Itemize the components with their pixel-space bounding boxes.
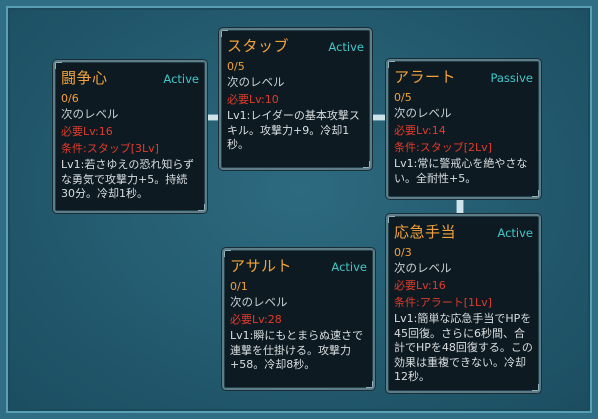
next-level-label: 次のレベル	[394, 106, 452, 120]
skill-level: 0/1	[230, 280, 248, 293]
skill-description: Lv1:若さゆえの恐れ知らずな勇気で攻撃力+5。持続30分。冷却1秒。	[61, 158, 195, 200]
required-level: 必要Lv:28	[230, 313, 282, 326]
skill-level: 0/5	[394, 91, 412, 104]
skill-type: Active	[497, 226, 533, 240]
skill-description: Lv1:レイダーの基本攻撃スキル。攻撃力+9。冷却1秒。	[227, 109, 360, 151]
skill-title: 応急手当	[394, 223, 457, 241]
skill-condition: 条件:スタッブ[2Lv]	[394, 141, 492, 154]
next-level-label: 次のレベル	[230, 295, 288, 309]
skill-title: スタッブ	[227, 37, 290, 55]
skill-type: Active	[331, 260, 367, 274]
required-level: 必要Lv:16	[61, 125, 113, 138]
next-level-label: 次のレベル	[394, 261, 452, 275]
required-level: 必要Lv:16	[394, 279, 446, 292]
skill-title: 闘争心	[61, 69, 108, 87]
skill-level: 0/5	[227, 60, 245, 73]
required-level: 必要Lv:14	[394, 124, 446, 137]
skill-level: 0/6	[61, 92, 79, 105]
required-level: 必要Lv:10	[227, 93, 279, 106]
skill-card-alert[interactable]: アラート Passive 0/5 次のレベル 必要Lv:14 条件:スタッブ[2…	[386, 59, 541, 199]
skill-title: アサルト	[230, 257, 293, 275]
skill-level: 0/3	[394, 246, 412, 259]
skill-card-stab[interactable]: スタッブ Active 0/5 次のレベル 必要Lv:10 Lv1:レイダーの基…	[219, 28, 372, 170]
skill-type: Active	[163, 72, 199, 86]
skill-description: Lv1:瞬にもとまらぬ速さで連撃を仕掛ける。攻撃力+58。冷却8秒。	[230, 329, 364, 371]
next-level-label: 次のレベル	[227, 75, 285, 89]
skill-type: Passive	[490, 71, 533, 85]
skill-card-first-aid[interactable]: 応急手当 Active 0/3 次のレベル 必要Lv:16 条件:アラート[1L…	[386, 214, 541, 393]
skill-condition: 条件:アラート[1Lv]	[394, 296, 492, 309]
skill-description: Lv1:簡単な応急手当でHPを45回復。さらに6秒間、合計でHPを48回復する。…	[394, 312, 533, 383]
skill-type: Active	[328, 40, 364, 54]
skill-condition: 条件:スタッブ[3Lv]	[61, 142, 159, 155]
skill-card-assault[interactable]: アサルト Active 0/1 次のレベル 必要Lv:28 Lv1:瞬にもとまら…	[222, 248, 375, 390]
skill-title: アラート	[394, 68, 457, 86]
skill-card-toso[interactable]: 闘争心 Active 0/6 次のレベル 必要Lv:16 条件:スタッブ[3Lv…	[53, 60, 207, 213]
next-level-label: 次のレベル	[61, 107, 119, 121]
skill-description: Lv1:常に警戒心を絶やさない。全耐性+5。	[394, 157, 528, 185]
